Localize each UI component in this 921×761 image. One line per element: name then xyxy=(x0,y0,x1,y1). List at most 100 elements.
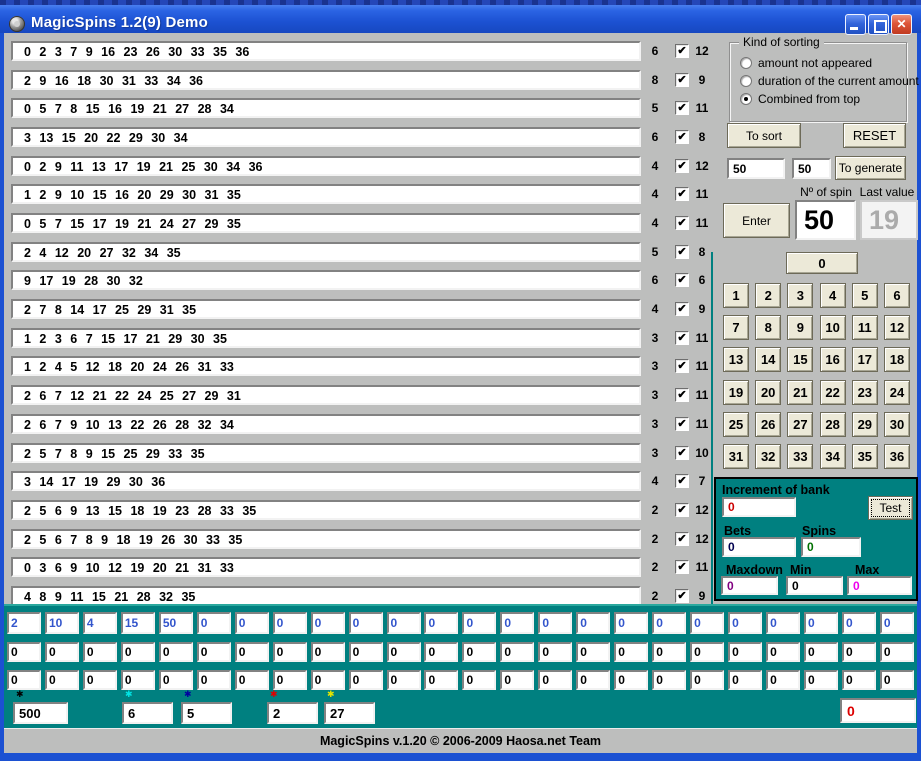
stat-value-input[interactable] xyxy=(13,702,68,724)
row-checkbox[interactable]: ✔ xyxy=(675,589,689,603)
number-button-20[interactable]: 20 xyxy=(755,380,781,405)
sequence-field[interactable]: 2 4 12 20 27 32 34 35 xyxy=(11,242,641,262)
number-button-10[interactable]: 10 xyxy=(820,315,846,340)
bet-cell-input[interactable] xyxy=(235,670,269,690)
bet-cell-input[interactable] xyxy=(45,670,79,690)
bet-cell-input[interactable] xyxy=(424,642,458,662)
number-button-24[interactable]: 24 xyxy=(884,380,910,405)
test-button[interactable]: Test xyxy=(868,496,913,520)
sequence-field[interactable]: 2 5 6 7 8 9 18 19 26 30 33 35 xyxy=(11,529,641,549)
bet-cell-input[interactable] xyxy=(7,612,41,634)
maximize-button[interactable] xyxy=(868,14,889,35)
number-button-29[interactable]: 29 xyxy=(852,412,878,437)
bet-cell-input[interactable] xyxy=(273,642,307,662)
bet-cell-input[interactable] xyxy=(690,642,724,662)
bet-cell-input[interactable] xyxy=(7,670,41,690)
stat-value-input[interactable] xyxy=(267,702,318,724)
bet-cell-input[interactable] xyxy=(462,670,496,690)
bet-cell-input[interactable] xyxy=(197,670,231,690)
enter-button[interactable]: Enter xyxy=(723,203,790,238)
bet-cell-input[interactable] xyxy=(235,642,269,662)
generate-count-input-2[interactable] xyxy=(792,158,831,179)
row-checkbox[interactable]: ✔ xyxy=(675,560,689,574)
sequence-field[interactable]: 1 2 3 6 7 15 17 21 29 30 35 xyxy=(11,328,641,348)
stat-value-input[interactable] xyxy=(122,702,173,724)
number-button-9[interactable]: 9 xyxy=(787,315,813,340)
number-button-28[interactable]: 28 xyxy=(820,412,846,437)
sequence-field[interactable]: 1 2 4 5 12 18 20 24 26 31 33 xyxy=(11,356,641,376)
row-checkbox[interactable]: ✔ xyxy=(675,474,689,488)
number-button-8[interactable]: 8 xyxy=(755,315,781,340)
bet-cell-input[interactable] xyxy=(349,670,383,690)
sequence-field[interactable]: 1 2 9 10 15 16 20 29 30 31 35 xyxy=(11,184,641,204)
row-checkbox[interactable]: ✔ xyxy=(675,417,689,431)
bet-cell-input[interactable] xyxy=(766,612,800,634)
number-button-11[interactable]: 11 xyxy=(852,315,878,340)
bet-cell-input[interactable] xyxy=(197,642,231,662)
number-button-30[interactable]: 30 xyxy=(884,412,910,437)
bet-cell-input[interactable] xyxy=(500,670,534,690)
bet-cell-input[interactable] xyxy=(424,670,458,690)
bet-cell-input[interactable] xyxy=(538,612,572,634)
bet-cell-input[interactable] xyxy=(462,642,496,662)
sequence-field[interactable]: 2 6 7 12 21 22 24 25 27 29 31 xyxy=(11,385,641,405)
bet-cell-input[interactable] xyxy=(387,670,421,690)
bet-cell-input[interactable] xyxy=(728,642,762,662)
number-button-0[interactable]: 0 xyxy=(786,252,858,274)
number-button-32[interactable]: 32 xyxy=(755,444,781,469)
bet-cell-input[interactable] xyxy=(159,670,193,690)
sorting-option[interactable]: Combined from top xyxy=(740,92,860,106)
sequence-field[interactable]: 2 5 6 9 13 15 18 19 23 28 33 35 xyxy=(11,500,641,520)
bet-cell-input[interactable] xyxy=(690,612,724,634)
sequence-field[interactable]: 0 2 3 7 9 16 23 26 30 33 35 36 xyxy=(11,41,641,61)
sequence-field[interactable]: 2 9 16 18 30 31 33 34 36 xyxy=(11,70,641,90)
number-button-4[interactable]: 4 xyxy=(820,283,846,308)
number-button-33[interactable]: 33 xyxy=(787,444,813,469)
bets-input[interactable] xyxy=(722,537,796,557)
bet-cell-input[interactable] xyxy=(500,612,534,634)
bet-cell-input[interactable] xyxy=(311,670,345,690)
number-button-14[interactable]: 14 xyxy=(755,347,781,372)
bet-cell-input[interactable] xyxy=(690,670,724,690)
bet-cell-input[interactable] xyxy=(728,670,762,690)
bet-cell-input[interactable] xyxy=(387,612,421,634)
sequence-field[interactable]: 3 13 15 20 22 29 30 34 xyxy=(11,127,641,147)
bet-cell-input[interactable] xyxy=(804,670,838,690)
number-button-22[interactable]: 22 xyxy=(820,380,846,405)
bet-cell-input[interactable] xyxy=(880,612,914,634)
number-button-12[interactable]: 12 xyxy=(884,315,910,340)
bet-cell-input[interactable] xyxy=(159,612,193,634)
number-button-2[interactable]: 2 xyxy=(755,283,781,308)
bet-cell-input[interactable] xyxy=(197,612,231,634)
close-button[interactable] xyxy=(891,14,912,35)
bet-cell-input[interactable] xyxy=(652,642,686,662)
sequence-field[interactable]: 0 3 6 9 10 12 19 20 21 31 33 xyxy=(11,557,641,577)
bet-cell-input[interactable] xyxy=(842,670,876,690)
row-checkbox[interactable]: ✔ xyxy=(675,159,689,173)
row-checkbox[interactable]: ✔ xyxy=(675,187,689,201)
bet-cell-input[interactable] xyxy=(387,642,421,662)
bet-cell-input[interactable] xyxy=(121,642,155,662)
spins-input[interactable] xyxy=(801,537,861,557)
bet-cell-input[interactable] xyxy=(842,642,876,662)
bet-cell-input[interactable] xyxy=(349,612,383,634)
sequence-field[interactable]: 3 14 17 19 29 30 36 xyxy=(11,471,641,491)
bet-cell-input[interactable] xyxy=(500,642,534,662)
bet-cell-input[interactable] xyxy=(538,642,572,662)
maxdown-input[interactable] xyxy=(721,576,778,595)
number-button-27[interactable]: 27 xyxy=(787,412,813,437)
bet-cell-input[interactable] xyxy=(349,642,383,662)
bet-cell-input[interactable] xyxy=(235,612,269,634)
bet-cell-input[interactable] xyxy=(576,670,610,690)
number-button-17[interactable]: 17 xyxy=(852,347,878,372)
bet-cell-input[interactable] xyxy=(576,642,610,662)
bet-cell-input[interactable] xyxy=(804,642,838,662)
bet-cell-input[interactable] xyxy=(7,642,41,662)
row-checkbox[interactable]: ✔ xyxy=(675,44,689,58)
row-checkbox[interactable]: ✔ xyxy=(675,302,689,316)
number-button-21[interactable]: 21 xyxy=(787,380,813,405)
number-button-13[interactable]: 13 xyxy=(723,347,749,372)
bet-cell-input[interactable] xyxy=(614,642,648,662)
sequence-field[interactable]: 2 5 7 8 9 15 25 29 33 35 xyxy=(11,443,641,463)
bet-cell-input[interactable] xyxy=(804,612,838,634)
